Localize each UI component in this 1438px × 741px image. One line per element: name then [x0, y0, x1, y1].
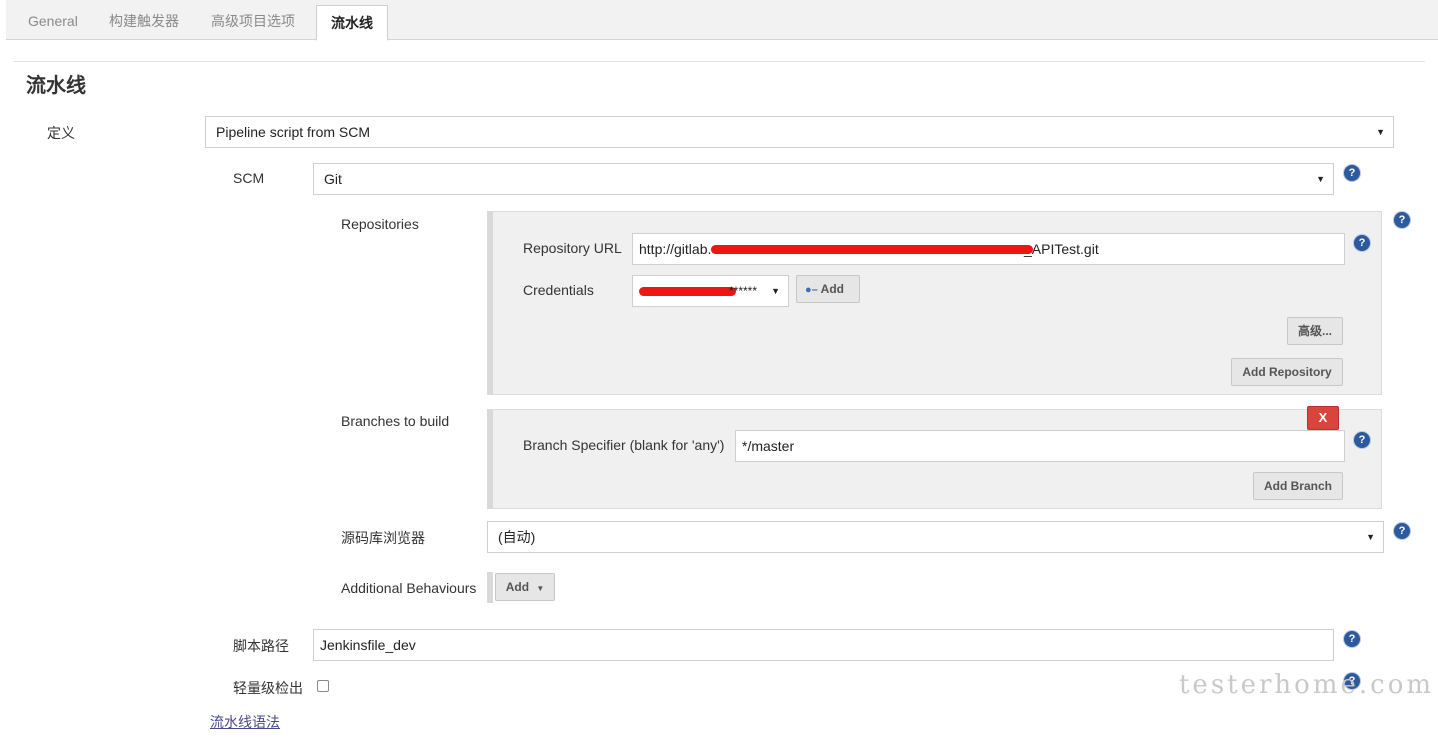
definition-select[interactable]: Pipeline script from SCM ▼: [205, 116, 1394, 148]
advanced-button[interactable]: 高级...: [1287, 317, 1343, 345]
lightweight-checkout-label: 轻量级检出: [233, 680, 303, 696]
scm-select[interactable]: Git ▼: [313, 163, 1334, 195]
redaction-mark: [639, 287, 736, 296]
remove-branch-button[interactable]: X: [1307, 406, 1339, 430]
repository-url-label: Repository URL: [523, 240, 622, 256]
add-repository-button[interactable]: Add Repository: [1231, 358, 1343, 386]
chevron-down-icon: ▼: [1376, 127, 1385, 137]
repository-url-input[interactable]: http://gitlab. _APITest.git: [632, 233, 1345, 265]
repository-url-end: _APITest.git: [1024, 241, 1099, 257]
repositories-label: Repositories: [341, 216, 419, 232]
add-behaviour-label: Add: [505, 580, 530, 594]
lightweight-checkout-checkbox[interactable]: [317, 680, 329, 692]
chevron-down-icon: ▼: [1366, 532, 1375, 542]
repository-browser-select[interactable]: (自动) ▼: [487, 521, 1384, 553]
repository-browser-value: (自动): [498, 529, 536, 545]
add-credentials-button[interactable]: ●– Add: [796, 275, 860, 303]
credentials-label: Credentials: [523, 282, 594, 298]
credentials-value: ******: [729, 284, 758, 298]
chevron-down-icon: ▼: [1316, 174, 1325, 184]
chevron-down-icon: ▼: [771, 286, 780, 296]
tab-advanced-project-options[interactable]: 高级项目选项: [197, 0, 309, 40]
tab-bar: General 构建触发器 高级项目选项 流水线: [6, 0, 1438, 41]
branch-specifier-input[interactable]: [735, 430, 1345, 462]
additional-behaviours-label: Additional Behaviours: [341, 580, 477, 596]
script-path-help-icon[interactable]: ?: [1344, 631, 1360, 647]
repository-url-start: http://gitlab.: [639, 241, 712, 257]
script-path-label: 脚本路径: [233, 638, 289, 654]
repository-browser-label: 源码库浏览器: [341, 530, 425, 546]
scm-label: SCM: [233, 170, 265, 186]
caret-down-icon: ▼: [536, 584, 545, 593]
tab-general[interactable]: General: [14, 0, 92, 40]
scm-value: Git: [324, 171, 342, 187]
script-path-input[interactable]: [313, 629, 1334, 661]
definition-label: 定义: [47, 125, 75, 141]
branch-specifier-label: Branch Specifier (blank for 'any'): [523, 437, 725, 453]
credentials-select[interactable]: ****** ▼: [632, 275, 789, 307]
key-icon: ●–: [805, 284, 818, 296]
add-behaviour-button[interactable]: Add ▼: [495, 573, 555, 601]
add-branch-button[interactable]: Add Branch: [1253, 472, 1343, 500]
scm-help-icon[interactable]: ?: [1344, 165, 1360, 181]
section-title: 流水线: [26, 75, 86, 97]
add-credentials-label: Add: [820, 282, 844, 296]
definition-value: Pipeline script from SCM: [216, 124, 371, 140]
section-divider: [13, 61, 1425, 62]
watermark: testerhome.com: [1178, 670, 1434, 700]
behaviours-bar: [487, 572, 493, 603]
repositories-help-icon[interactable]: ?: [1394, 212, 1410, 228]
repository-browser-help-icon[interactable]: ?: [1394, 523, 1410, 539]
redaction-mark: [711, 245, 1033, 254]
tab-pipeline[interactable]: 流水线: [316, 5, 388, 41]
branch-specifier-help-icon[interactable]: ?: [1354, 432, 1370, 448]
branches-label: Branches to build: [341, 413, 450, 429]
repository-url-help-icon[interactable]: ?: [1354, 235, 1370, 251]
pipeline-syntax-link[interactable]: 流水线语法: [210, 712, 280, 732]
tab-build-triggers[interactable]: 构建触发器: [95, 0, 193, 40]
